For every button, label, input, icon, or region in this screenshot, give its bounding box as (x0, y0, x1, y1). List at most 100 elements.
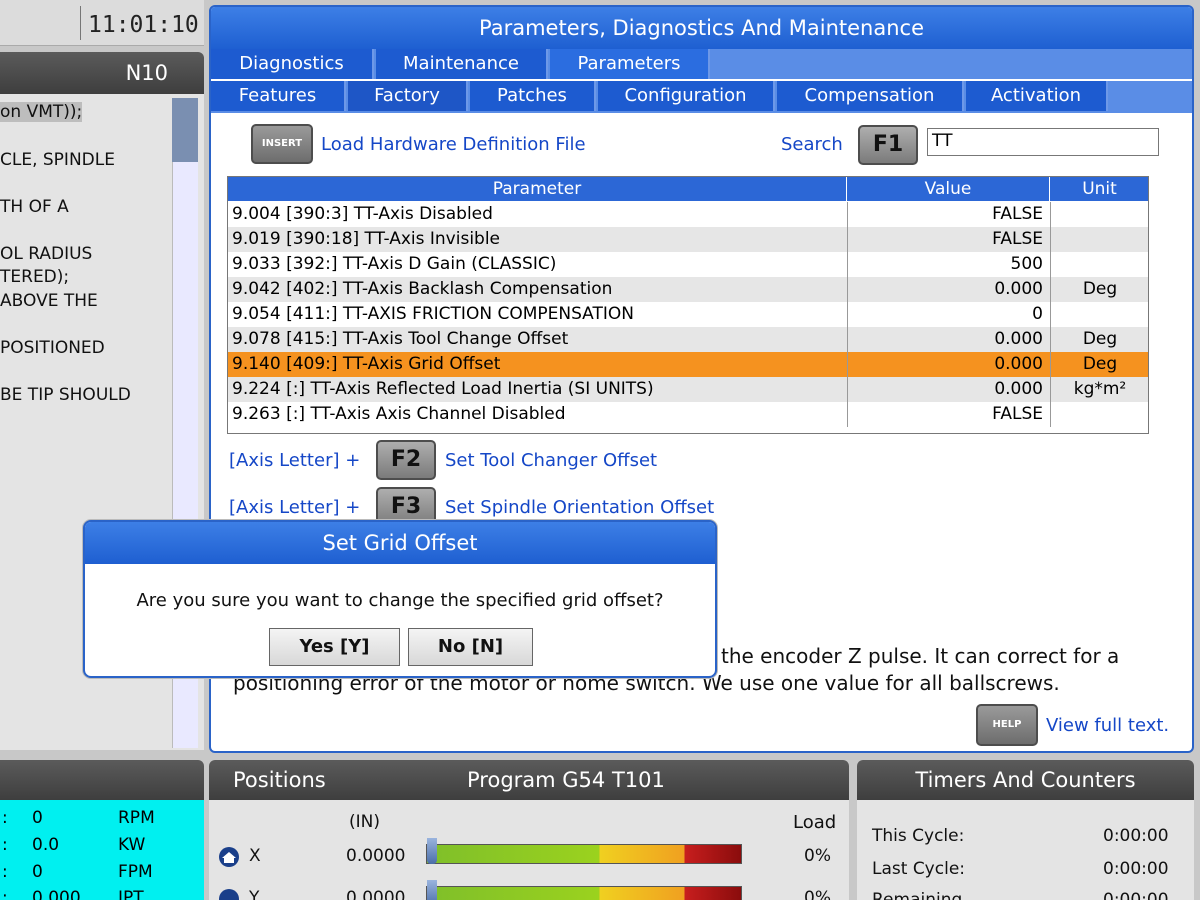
table-row[interactable]: 9.224 [:] TT-Axis Reflected Load Inertia… (228, 377, 1148, 402)
param-value: 0 (847, 302, 1049, 327)
param-name: 9.019 [390:18] TT-Axis Invisible (232, 229, 501, 249)
set-tool-changer-offset-link[interactable]: Set Tool Changer Offset (445, 450, 657, 471)
program-line[interactable]: OL RADIUS (0, 244, 92, 264)
home-icon (219, 847, 239, 867)
param-unit: Deg (1050, 327, 1148, 352)
axis-label: Y (249, 888, 260, 900)
spindle-value: 0 (32, 808, 43, 828)
tab-activation[interactable]: Activation (966, 81, 1108, 111)
set-spindle-orientation-offset-link[interactable]: Set Spindle Orientation Offset (445, 497, 714, 518)
timer-label: Remaining (872, 890, 963, 900)
spindle-label: : (2, 835, 8, 855)
spindle-row: : 0 FPM (0, 862, 204, 888)
no-button[interactable]: No [N] (408, 628, 533, 666)
param-unit (1050, 202, 1148, 227)
positions-panel: Positions Program G54 T101 (IN) Load X 0… (209, 760, 849, 900)
program-line[interactable]: POSITIONED (0, 338, 105, 358)
program-line[interactable]: BE TIP SHOULD (0, 385, 131, 405)
spindle-row: : 0 RPM (0, 808, 204, 834)
table-row[interactable]: 9.042 [402:] TT-Axis Backlash Compensati… (228, 277, 1148, 302)
column-header-parameter: Parameter (228, 177, 847, 201)
tab-compensation[interactable]: Compensation (777, 81, 964, 111)
load-hardware-link[interactable]: Load Hardware Definition File (321, 134, 586, 155)
spindle-unit: RPM (118, 808, 155, 828)
axis-load: 0% (804, 846, 831, 866)
search-label: Search (781, 134, 843, 155)
insert-key[interactable]: INSERT (251, 124, 313, 164)
tab-patches[interactable]: Patches (470, 81, 596, 111)
spindle-label: : (2, 808, 8, 828)
table-row[interactable]: 9.078 [415:] TT-Axis Tool Change Offset … (228, 327, 1148, 352)
program-line[interactable]: on VMT)); (0, 102, 83, 122)
timers-panel: Timers And Counters This Cycle: 0:00:00 … (857, 760, 1194, 900)
program-line-number: N10 (125, 61, 168, 85)
timers-title: Timers And Counters (857, 760, 1194, 800)
unit-label: (IN) (349, 812, 380, 832)
spindle-unit: KW (118, 835, 146, 855)
tab-configuration[interactable]: Configuration (598, 81, 775, 111)
table-row[interactable]: 9.033 [392:] TT-Axis D Gain (CLASSIC) 50… (228, 252, 1148, 277)
param-value: FALSE (847, 202, 1049, 227)
axis-letter-label-f3: [Axis Letter] + (229, 497, 361, 518)
spindle-label: : (2, 862, 8, 882)
spindle-row: : 0.000 IPT (0, 888, 204, 900)
table-row[interactable]: 9.263 [:] TT-Axis Axis Channel Disabled … (228, 402, 1148, 427)
tab-factory[interactable]: Factory (348, 81, 468, 111)
table-row[interactable]: 9.054 [411:] TT-AXIS FRICTION COMPENSATI… (228, 302, 1148, 327)
param-unit (1050, 227, 1148, 252)
column-header-value: Value (847, 177, 1050, 201)
search-input[interactable]: TT (927, 128, 1159, 156)
param-unit (1050, 402, 1148, 427)
table-row[interactable]: 9.004 [390:3] TT-Axis Disabled FALSE (228, 202, 1148, 227)
load-marker (427, 880, 437, 900)
axis-position: 0.0000 (346, 846, 406, 866)
param-name: 9.224 [:] TT-Axis Reflected Load Inertia… (232, 379, 654, 399)
param-value: FALSE (847, 402, 1049, 427)
yes-button[interactable]: Yes [Y] (269, 628, 400, 666)
program-line[interactable]: TH OF A (0, 197, 69, 217)
program-scrollbar-thumb[interactable] (172, 98, 198, 162)
spindle-label: : (2, 888, 8, 900)
param-unit: Deg (1050, 277, 1148, 302)
timer-label: This Cycle: (872, 826, 965, 846)
tab-parameters[interactable]: Parameters (550, 49, 710, 79)
param-unit: Deg (1050, 352, 1148, 377)
param-name: 9.033 [392:] TT-Axis D Gain (CLASSIC) (232, 254, 557, 274)
view-full-text-link[interactable]: View full text. (1046, 715, 1169, 736)
positions-header: Positions Program G54 T101 (209, 760, 849, 800)
sub-tabs: Features Factory Patches Configuration C… (211, 81, 1192, 113)
spindle-unit: IPT (118, 888, 144, 900)
program-line[interactable]: TERED); (0, 267, 69, 287)
help-key[interactable]: HELP (976, 704, 1038, 746)
program-line[interactable]: ABOVE THE (0, 291, 98, 311)
load-marker (427, 838, 437, 864)
param-name: 9.078 [415:] TT-Axis Tool Change Offset (232, 329, 569, 349)
clock-panel: 11:01:10 (0, 0, 204, 46)
spindle-value: 0.000 (32, 888, 81, 900)
program-header: N10 (0, 52, 204, 94)
f2-key[interactable]: F2 (376, 440, 436, 480)
dialog-message: Are you sure you want to change the spec… (136, 590, 664, 611)
axis-load: 0% (804, 888, 831, 900)
f1-key[interactable]: F1 (858, 125, 918, 165)
param-name: 9.042 [402:] TT-Axis Backlash Compensati… (232, 279, 613, 299)
table-row-selected[interactable]: 9.140 [409:] TT-Axis Grid Offset 0.000 D… (228, 352, 1148, 377)
param-name: 9.263 [:] TT-Axis Axis Channel Disabled (232, 404, 566, 424)
spindle-header (0, 760, 204, 800)
program-line[interactable]: CLE, SPINDLE (0, 150, 115, 170)
param-unit: kg*m² (1050, 377, 1148, 402)
table-row[interactable]: 9.019 [390:18] TT-Axis Invisible FALSE (228, 227, 1148, 252)
param-unit (1050, 252, 1148, 277)
spindle-value: 0 (32, 862, 43, 882)
column-header-unit: Unit (1050, 177, 1148, 201)
program-label: Program G54 T101 (467, 768, 665, 792)
tab-diagnostics[interactable]: Diagnostics (211, 49, 374, 79)
load-bar (426, 844, 742, 864)
tab-maintenance[interactable]: Maintenance (376, 49, 548, 79)
tab-features[interactable]: Features (211, 81, 346, 111)
load-label: Load (793, 812, 837, 833)
clock-divider (80, 6, 81, 40)
timer-value: 0:00:00 (1103, 826, 1169, 846)
timer-label: Last Cycle: (872, 859, 966, 879)
timer-value: 0:00:00 (1103, 890, 1169, 900)
